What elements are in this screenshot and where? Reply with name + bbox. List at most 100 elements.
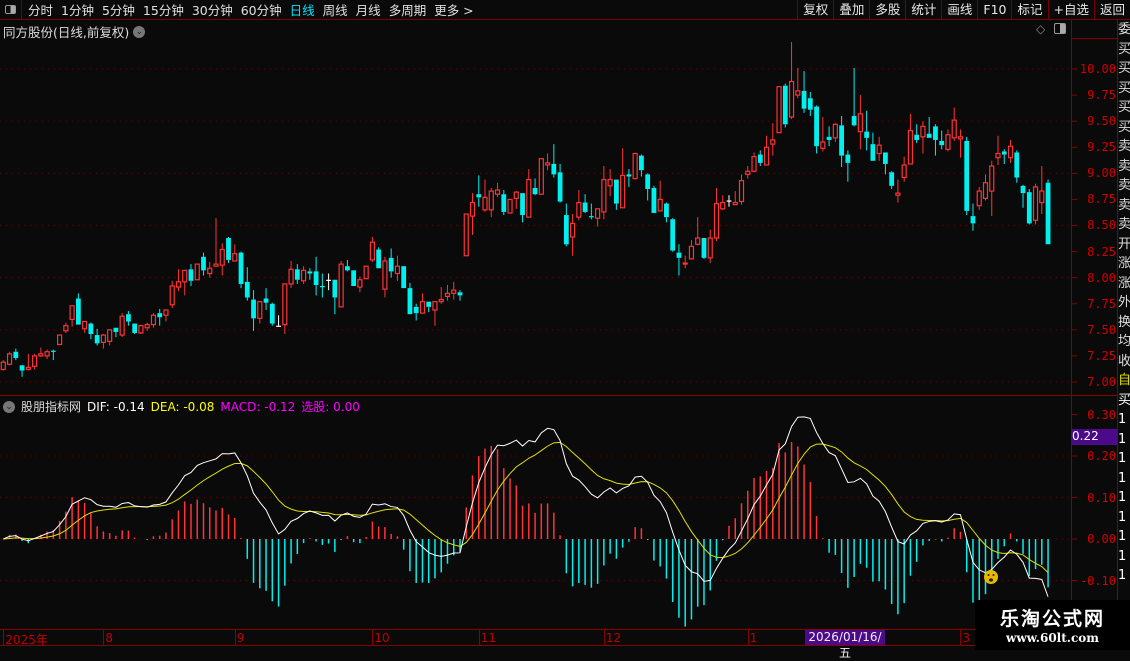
candle (69, 305, 75, 327)
candle (576, 190, 582, 221)
candle (664, 202, 669, 223)
candle (544, 153, 551, 171)
candle (363, 265, 369, 280)
side-column-item: 涨 (1118, 275, 1130, 291)
candle (444, 284, 451, 301)
candle (169, 280, 175, 308)
date-tick (478, 630, 480, 645)
candle (720, 195, 726, 210)
candle (776, 86, 782, 134)
chevron-down-icon[interactable]: ⌄ (3, 400, 15, 413)
candle (1039, 166, 1045, 215)
date-axis: 2026/01/16/五 2025年 8 9 10 11 12 1 3 (0, 629, 1071, 660)
candle (807, 91, 813, 116)
candle (94, 328, 100, 346)
candle (75, 293, 81, 325)
side-column-item: 买 (1118, 119, 1130, 135)
candle (207, 262, 213, 278)
side-column-item: 买 (1118, 61, 1130, 76)
candle (1014, 150, 1020, 183)
candle (50, 349, 56, 361)
candle (157, 308, 163, 326)
side-column-item: 1 (1118, 431, 1127, 447)
candle (319, 273, 325, 298)
candle (25, 353, 31, 371)
candle (713, 187, 720, 242)
candle (876, 136, 882, 161)
candle (232, 244, 238, 262)
candle (870, 132, 876, 161)
candle (982, 174, 989, 201)
candle (839, 115, 845, 168)
candle (632, 152, 638, 180)
candle (538, 158, 544, 195)
macd-axis-label: 0.00 (1087, 532, 1116, 546)
candle (670, 218, 676, 252)
side-column-item: 卖 (1118, 158, 1130, 174)
candle (951, 107, 957, 141)
side-column-item: 1 (1118, 470, 1127, 486)
candle (826, 126, 832, 147)
candle (476, 175, 482, 207)
candle (338, 260, 344, 308)
candle (595, 208, 601, 227)
candle (763, 135, 770, 166)
candle (463, 213, 469, 257)
candle (119, 313, 125, 338)
candle (413, 303, 419, 321)
candle (757, 150, 763, 167)
chart-canvas[interactable] (0, 0, 1130, 650)
candle (13, 348, 19, 361)
candle (738, 174, 745, 205)
candle (63, 322, 69, 333)
candle (88, 322, 94, 340)
date-label: 2025年 (5, 633, 48, 647)
candle (57, 334, 63, 346)
side-column-item: 涨 (1118, 256, 1130, 271)
quote-side-column: 委买买买买买卖卖卖卖卖开涨涨外换均收自买111111111 (1117, 20, 1130, 620)
candle (639, 154, 644, 177)
candle (820, 116, 826, 152)
pick-value: 选股: 0.00 (301, 400, 360, 414)
selected-date: 2026/01/16/五 (805, 630, 885, 660)
axis-divider (1071, 38, 1117, 39)
watermark-name: 乐淘公式网 (999, 608, 1105, 630)
candle (601, 166, 607, 220)
side-column-item: 1 (1118, 412, 1127, 427)
side-column-item: 委 (1118, 22, 1130, 37)
candle (795, 67, 801, 99)
side-column-item: 1 (1118, 529, 1127, 544)
candle (882, 152, 888, 175)
candle (851, 67, 857, 127)
candle (107, 329, 113, 346)
candle (907, 113, 914, 165)
candle (419, 293, 426, 314)
candle (132, 323, 138, 334)
price-axis-label: 9.50 (1087, 114, 1116, 129)
candle (1001, 149, 1007, 164)
candle (182, 269, 188, 296)
side-column-item: 卖 (1118, 139, 1130, 154)
macd-axis-label: 0.30 (1087, 407, 1116, 422)
date-label: 10 (374, 631, 390, 645)
candle (895, 179, 901, 203)
side-column-item: 买 (1118, 41, 1130, 57)
candle (82, 320, 88, 333)
candle (219, 243, 225, 276)
candle (44, 349, 50, 360)
side-column-item: 买 (1118, 80, 1130, 96)
indicator-name: 股朋指标网 (21, 400, 82, 414)
candle (914, 124, 920, 144)
candle (864, 110, 870, 151)
candle (920, 121, 926, 154)
side-column-item: 卖 (1118, 178, 1130, 193)
candle (332, 279, 338, 315)
date-tick (747, 630, 749, 645)
candle (0, 360, 6, 371)
candle (269, 302, 275, 326)
price-axis-label: 8.50 (1087, 218, 1116, 233)
candle (144, 322, 150, 331)
candle (701, 238, 707, 259)
candle (488, 187, 494, 218)
candle (469, 193, 476, 235)
